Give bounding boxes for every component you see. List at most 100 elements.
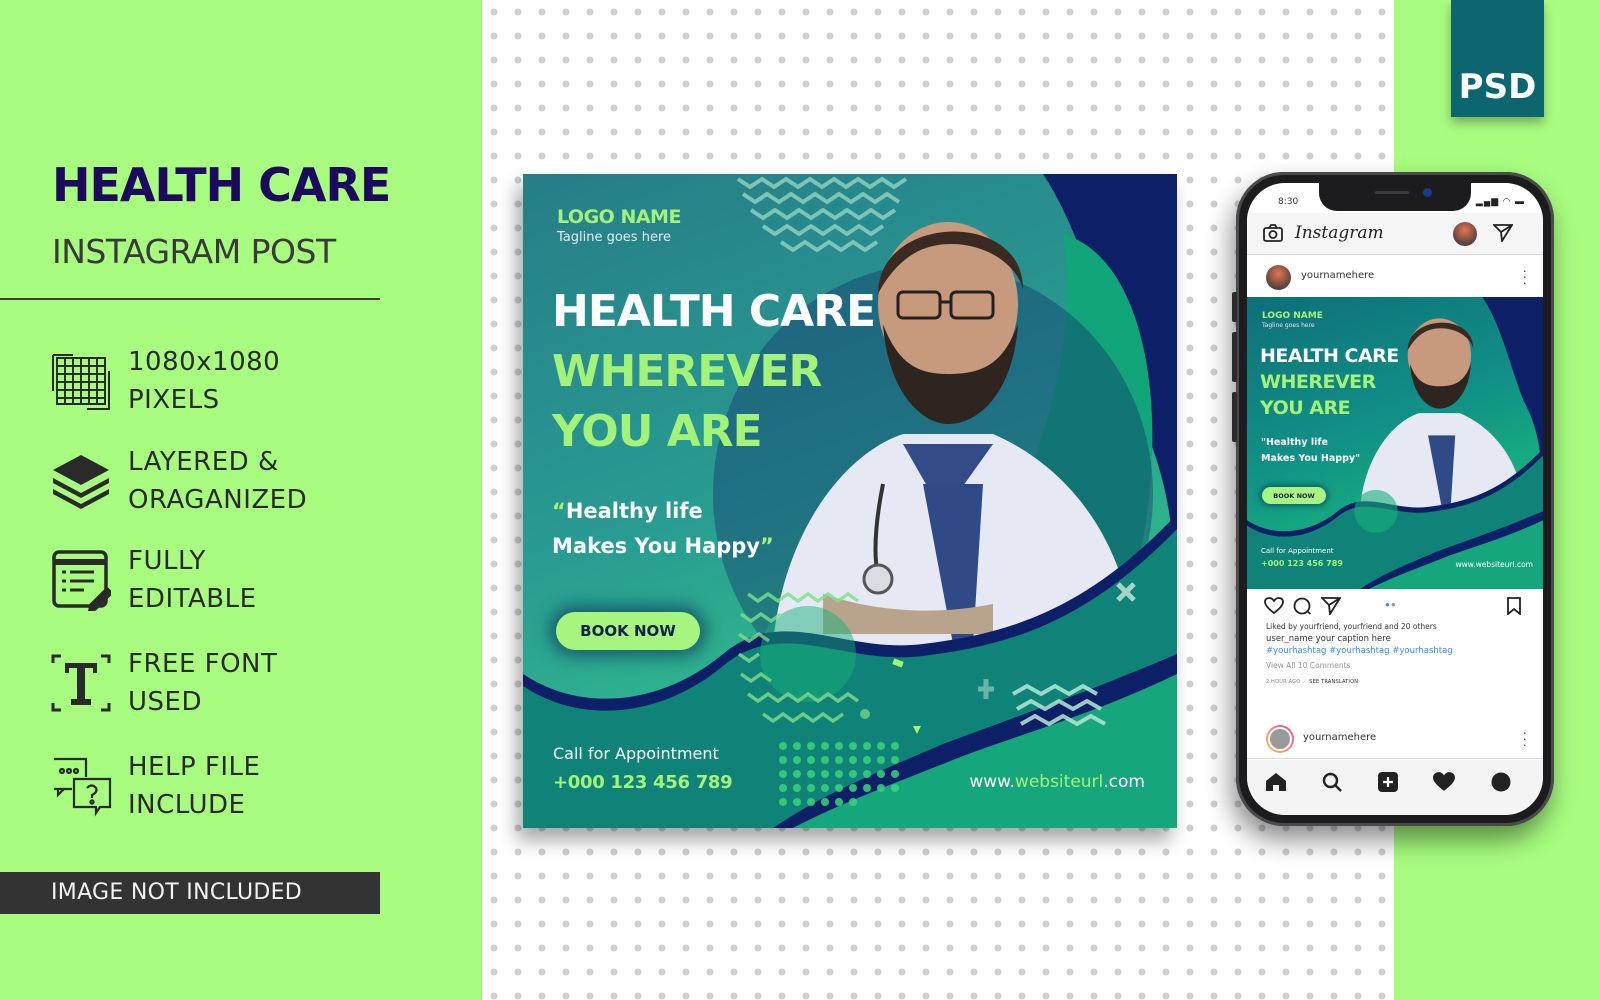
mini-book-now-button[interactable]: BOOK NOW <box>1262 487 1326 504</box>
post-time-row: 2 HOUR AGO · SEE TRANSLATION <box>1266 679 1359 685</box>
left-info-panel: HEALTH CARE INSTAGRAM POST 1080x1080 PIX… <box>0 0 482 1000</box>
post-username[interactable]: yournamehere <box>1301 270 1374 281</box>
image-not-included-note: IMAGE NOT INCLUDED <box>0 872 380 914</box>
time-ago: 2 HOUR AGO <box>1266 679 1301 685</box>
post-actions: ●● <box>1247 591 1543 621</box>
likes-text[interactable]: Liked by yourfriend, yourfriend and 20 o… <box>1266 621 1526 633</box>
layers-icon <box>50 448 112 514</box>
post-headline-3: YOU ARE <box>552 406 763 457</box>
feature-line1: FREE FONT <box>128 649 278 679</box>
mini-headline-3: YOU ARE <box>1260 397 1351 419</box>
profile-icon[interactable] <box>1491 772 1511 797</box>
help-chat-icon <box>50 753 112 819</box>
feature-line2: INCLUDE <box>128 790 246 820</box>
carousel-indicator: ●● <box>1385 600 1397 609</box>
feature-item-font: FREE FONT USED <box>50 645 277 721</box>
call-appointment-label: Call for Appointment <box>553 744 719 763</box>
bookmark-icon[interactable] <box>1507 597 1521 620</box>
search-icon[interactable] <box>1322 772 1342 797</box>
post-headline-2: WHEREVER <box>552 346 822 397</box>
feature-line2: EDITABLE <box>128 584 257 614</box>
mini-tagline: Tagline goes here <box>1262 322 1315 329</box>
feature-item-layered: LAYERED & ORAGANIZED <box>50 443 307 519</box>
quote-open-mark: “ <box>552 499 566 523</box>
more-options-icon[interactable]: · · · <box>1522 263 1527 289</box>
product-title: HEALTH CARE <box>52 158 391 212</box>
website-domain: websiteurl <box>1014 772 1104 792</box>
mini-website: www.websiteurl.com <box>1455 560 1533 569</box>
front-camera <box>1423 188 1432 197</box>
mini-quote: "Healthy life Makes You Happy" <box>1261 435 1360 467</box>
mini-headline-2: WHEREVER <box>1260 371 1376 393</box>
post-quote: “Healthy life Makes You Happy” <box>552 494 774 564</box>
camera-icon[interactable] <box>1263 224 1283 247</box>
next-post-header: yournamehere · · · <box>1247 719 1543 759</box>
instagram-post-preview: LOGO NAME Tagline goes here HEALTH CARE … <box>523 174 1177 828</box>
quote-close-mark: ” <box>760 534 774 558</box>
feature-item-pixels: 1080x1080 PIXELS <box>50 343 280 419</box>
post-website: www.websiteurl.com <box>969 772 1145 792</box>
website-suffix: .com <box>1103 772 1145 792</box>
feature-line1: 1080x1080 <box>128 347 281 377</box>
bottom-tab-bar <box>1247 760 1543 815</box>
mini-post-preview: LOGO NAME Tagline goes here HEALTH CARE … <box>1247 297 1543 589</box>
caption-text: user_name your caption here <box>1266 634 1391 644</box>
mini-quote-line-2: Makes You Happy" <box>1261 453 1361 464</box>
phone-side-button <box>1232 332 1237 382</box>
feature-line1: HELP FILE <box>128 752 261 782</box>
quote-line-2: Makes You Happy <box>552 534 760 558</box>
activity-heart-icon[interactable] <box>1433 772 1455 797</box>
post-logo: LOGO NAME <box>557 206 681 228</box>
feature-line1: LAYERED & <box>128 447 279 477</box>
mini-quote-line-1: "Healthy life <box>1261 437 1328 448</box>
story-ring-avatar[interactable] <box>1266 725 1294 753</box>
feature-line1: FULLY <box>128 546 206 576</box>
direct-message-icon[interactable] <box>1491 224 1514 247</box>
phone-notch <box>1319 183 1471 211</box>
phone-side-button <box>1232 292 1237 322</box>
mini-call-label: Call for Appointment <box>1261 547 1334 555</box>
feature-line2: PIXELS <box>128 385 220 415</box>
view-comments-link[interactable]: View All 10 Comments <box>1266 660 1526 672</box>
comment-icon[interactable] <box>1293 597 1312 620</box>
post-phone-number: +000 123 456 789 <box>553 772 733 793</box>
grid-pixels-icon <box>50 348 112 414</box>
hashtags-text[interactable]: #yourhashtag #yourhashtag #yourhashtag <box>1266 645 1526 657</box>
like-heart-icon[interactable] <box>1264 597 1284 620</box>
mini-phone-number: +000 123 456 789 <box>1261 559 1343 568</box>
phone-screen: 8:30 ▂▄▆ ◠ ▬ Instagram yournamehere · · · <box>1247 183 1543 815</box>
instagram-header: Instagram <box>1247 213 1543 255</box>
website-prefix: www. <box>969 772 1015 792</box>
status-icons: ▂▄▆ ◠ ▬ <box>1475 196 1525 206</box>
feature-item-help: HELP FILE INCLUDE <box>50 748 260 824</box>
editable-form-icon <box>50 547 112 613</box>
book-now-button[interactable]: BOOK NOW <box>556 612 700 650</box>
phone-mockup: 8:30 ▂▄▆ ◠ ▬ Instagram yournamehere · · · <box>1232 172 1554 826</box>
post-headline-1: HEALTH CARE <box>552 286 876 337</box>
next-post-username[interactable]: yournamehere <box>1303 732 1376 743</box>
status-time: 8:30 <box>1278 197 1299 207</box>
home-icon[interactable] <box>1265 772 1287 797</box>
title-divider <box>0 298 380 300</box>
see-translation-link[interactable]: SEE TRANSLATION <box>1309 679 1358 685</box>
product-subtitle: INSTAGRAM POST <box>52 232 336 271</box>
story-avatar[interactable] <box>1453 222 1477 246</box>
mini-logo: LOGO NAME <box>1262 311 1323 321</box>
zigzag-ring-top <box>736 176 908 253</box>
feature-line2: USED <box>128 687 202 717</box>
user-avatar[interactable] <box>1266 265 1291 290</box>
post-header: yournamehere · · · <box>1247 257 1543 297</box>
phone-side-button <box>1232 392 1237 442</box>
instagram-wordmark: Instagram <box>1295 223 1384 243</box>
more-options-icon[interactable]: · · · <box>1522 725 1527 751</box>
feature-line2: ORAGANIZED <box>128 485 308 515</box>
post-caption-block: Liked by yourfriend, yourfriend and 20 o… <box>1266 621 1526 685</box>
post-tagline: Tagline goes here <box>557 230 672 245</box>
mini-headline-1: HEALTH CARE <box>1260 345 1399 367</box>
text-font-icon <box>50 650 112 716</box>
psd-badge: PSD <box>1451 0 1544 117</box>
quote-line-1: Healthy life <box>565 499 703 523</box>
add-post-icon[interactable] <box>1378 772 1398 797</box>
share-send-icon[interactable] <box>1319 597 1342 620</box>
feature-item-editable: FULLY EDITABLE <box>50 542 257 618</box>
